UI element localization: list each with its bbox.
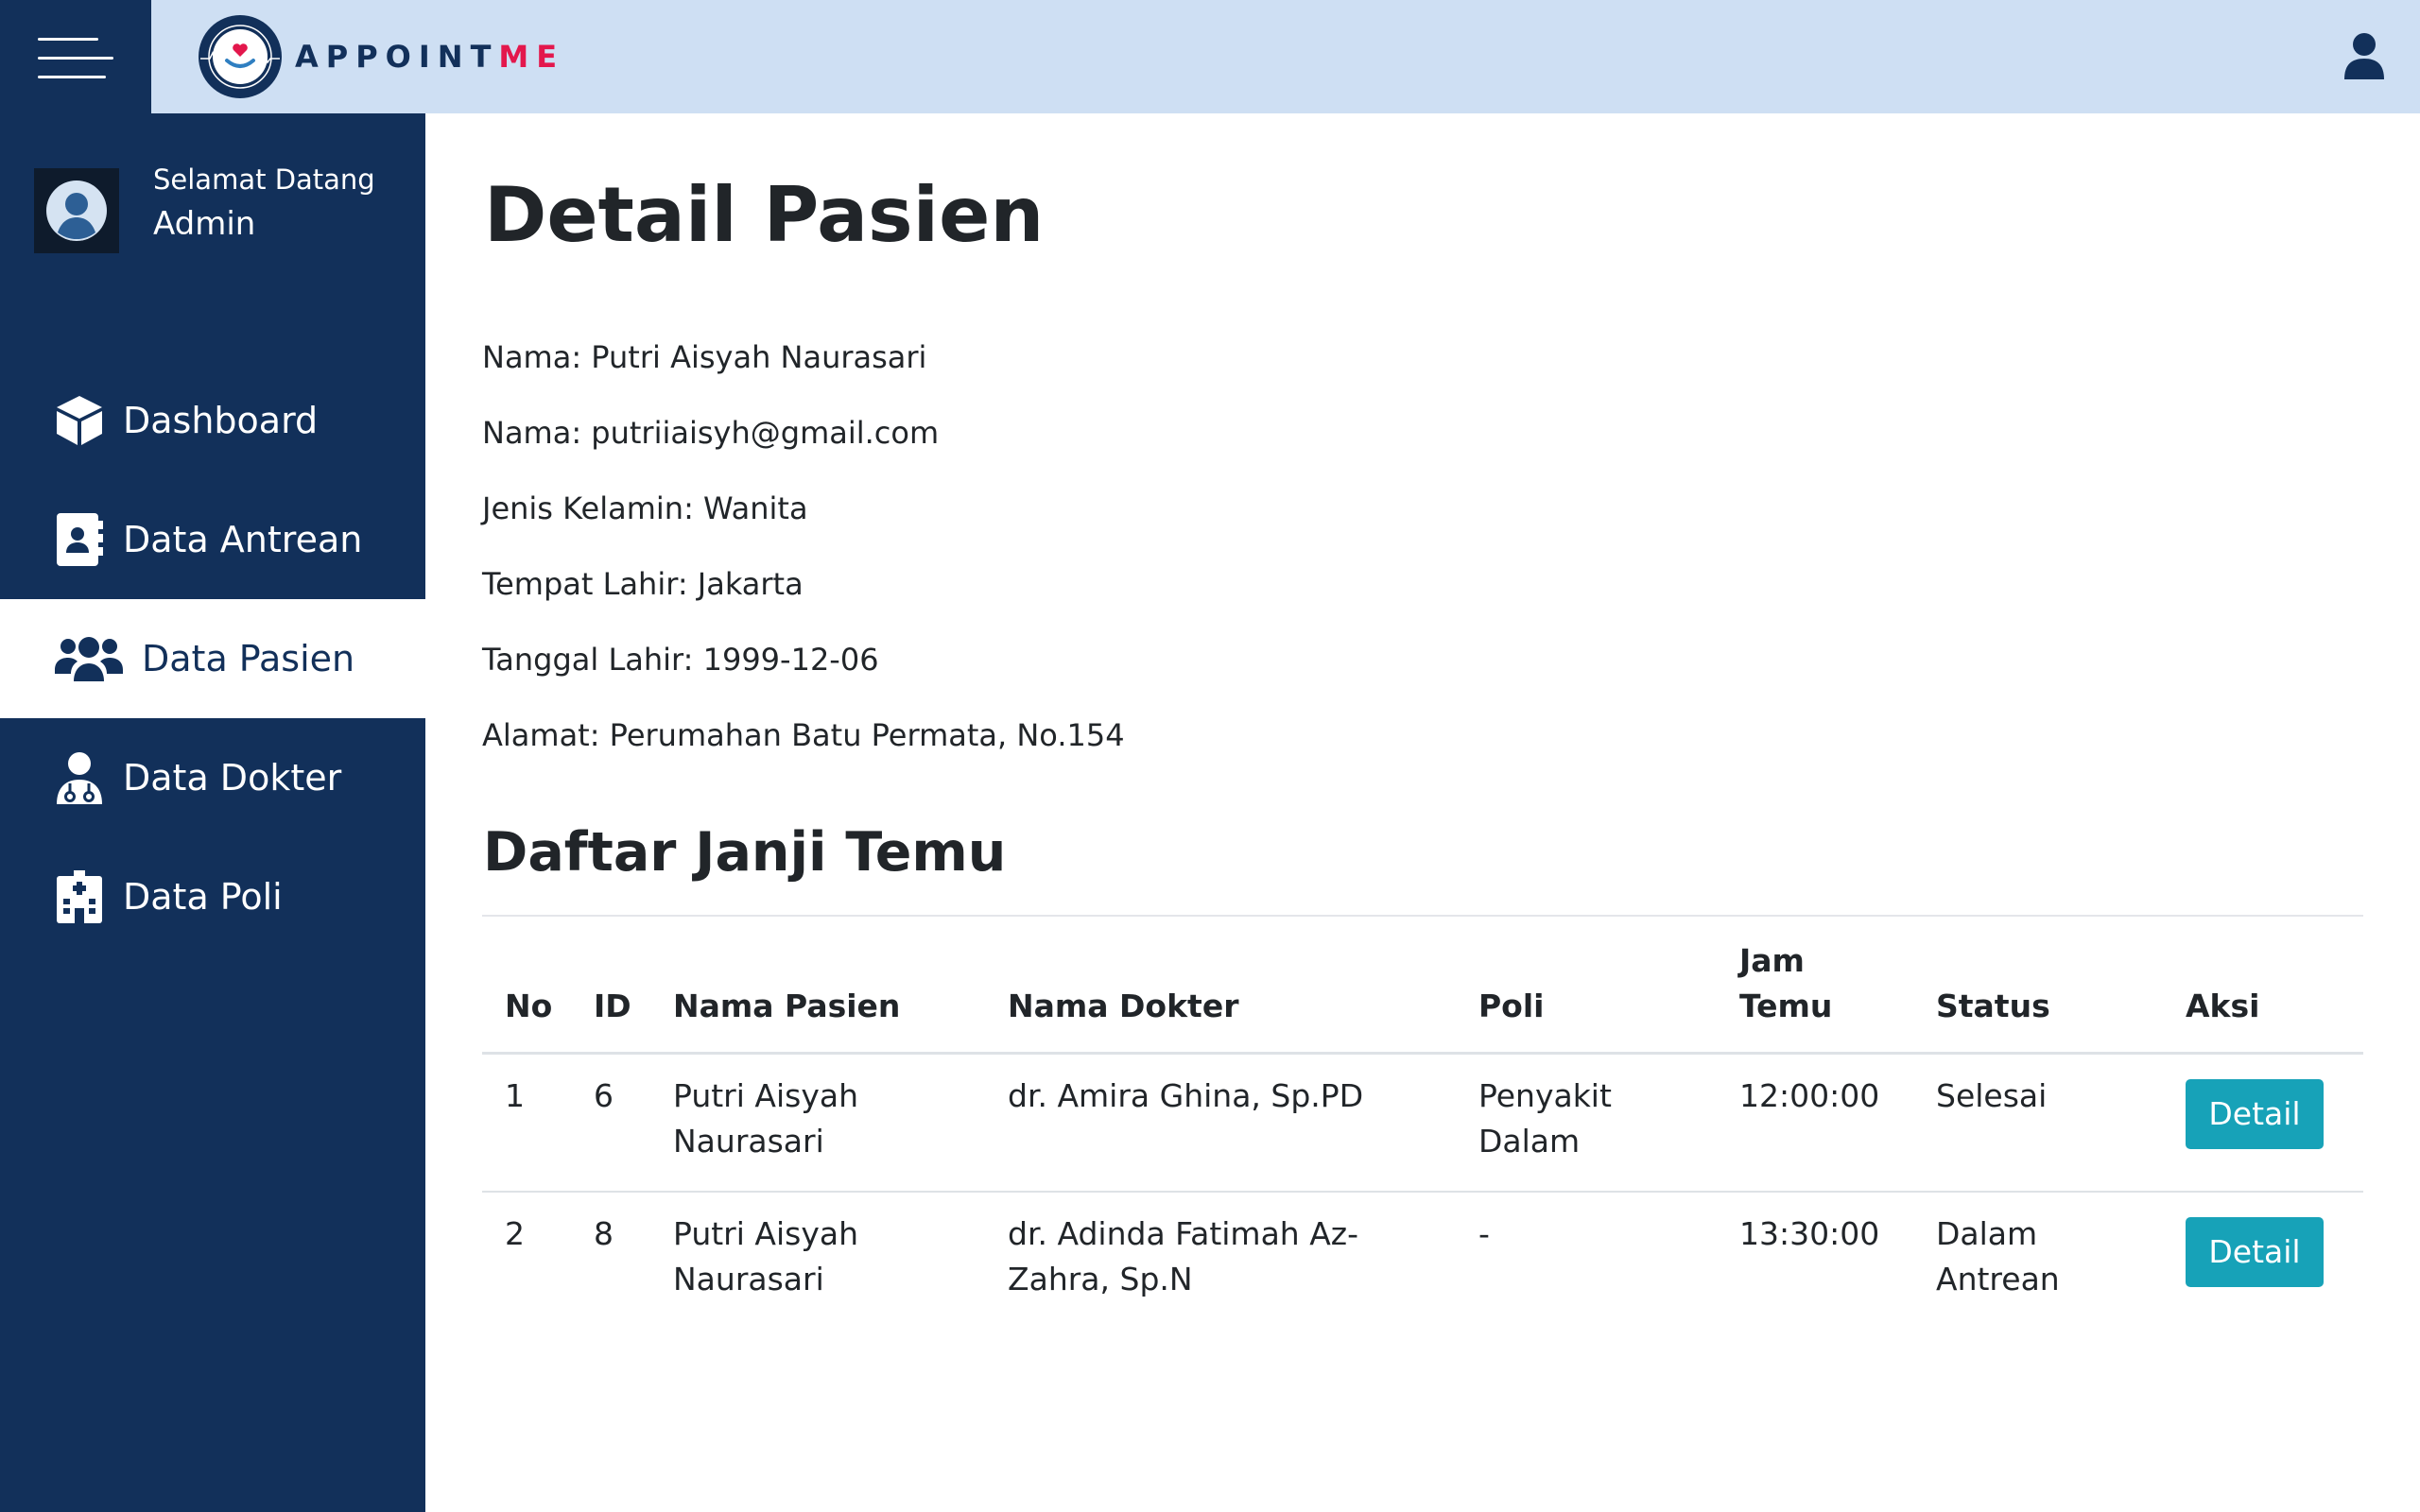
- patient-birthdate: Tanggal Lahir: 1999-12-06: [482, 642, 879, 678]
- appointments-title: Daftar Janji Temu: [483, 821, 1007, 884]
- sidebar-item-data-dokter[interactable]: Data Dokter: [0, 718, 425, 837]
- sidebar-item-data-poli[interactable]: Data Poli: [0, 837, 425, 956]
- header-id: ID: [594, 988, 631, 1024]
- sidebar-item-label: Data Antrean: [123, 519, 363, 560]
- cell-status-line1: Dalam: [1936, 1215, 2038, 1252]
- top-bar: APPOINTME: [0, 0, 2420, 113]
- header-patient-name: Nama Pasien: [673, 988, 901, 1024]
- cell-time: 13:30:00: [1739, 1215, 1880, 1252]
- table-row: 1 6 Putri Aisyah Naurasari dr. Amira Ghin…: [482, 1055, 2363, 1193]
- cube-icon: [55, 394, 104, 447]
- header-time-line2: Temu: [1739, 988, 1833, 1024]
- cell-patient-name: Putri Aisyah Naurasari: [673, 1211, 976, 1302]
- header-action: Aksi: [2186, 988, 2260, 1024]
- hospital-icon: [55, 870, 104, 923]
- welcome-user-name: Admin: [153, 205, 256, 243]
- cell-poli: Penyakit Dalam: [1478, 1074, 1658, 1164]
- detail-button[interactable]: Detail: [2186, 1079, 2324, 1149]
- cell-doctor-name: dr. Adinda Fatimah Az- Zahra, Sp.N: [1008, 1211, 1405, 1302]
- patient-address: Alamat: Perumahan Batu Permata, No.154: [482, 717, 1125, 753]
- sidebar-item-label: Data Poli: [123, 876, 283, 918]
- header-status: Status: [1936, 988, 2050, 1024]
- sidebar: Selamat Datang Admin Dashboard Data Antr…: [0, 113, 425, 1512]
- menu-toggle[interactable]: [0, 0, 151, 113]
- hamburger-icon[interactable]: [38, 38, 113, 79]
- cell-doctor-name: dr. Amira Ghina, Sp.PD: [1008, 1074, 1405, 1119]
- brand-primary: APPOINT: [295, 39, 499, 75]
- sidebar-item-label: Data Pasien: [142, 638, 355, 679]
- cell-doctor-name-line1: dr. Amira Ghina, Sp.PD: [1008, 1077, 1364, 1114]
- patient-info: Nama: Putri Aisyah Naurasari Nama: putri…: [482, 319, 1125, 773]
- sidebar-item-data-pasien[interactable]: Data Pasien: [0, 599, 425, 718]
- cell-no: 1: [505, 1077, 525, 1114]
- contact-book-icon: [55, 513, 104, 566]
- detail-button[interactable]: Detail: [2186, 1217, 2324, 1287]
- patient-email: Nama: putriiaisyh@gmail.com: [482, 415, 940, 451]
- cell-status: Selesai: [1936, 1074, 2125, 1119]
- patient-gender: Jenis Kelamin: Wanita: [482, 490, 808, 526]
- header-doctor-name: Nama Dokter: [1008, 988, 1239, 1024]
- cell-status: Dalam Antrean: [1936, 1211, 2125, 1302]
- brand-accent: ME: [498, 39, 565, 75]
- cell-poli: -: [1478, 1211, 1658, 1257]
- cell-poli-line1: Penyakit: [1478, 1077, 1612, 1114]
- appointments-table: No ID Nama Pasien Nama Dokter Poli Jam Te…: [482, 917, 2363, 1331]
- user-icon[interactable]: [2342, 32, 2386, 81]
- user-menu-button[interactable]: [2342, 32, 2386, 81]
- cell-poli-line2: Dalam: [1478, 1123, 1581, 1160]
- cell-patient-name: Putri Aisyah Naurasari: [673, 1074, 976, 1164]
- table-header: No ID Nama Pasien Nama Dokter Poli Jam Te…: [482, 917, 2363, 1055]
- cell-no: 2: [505, 1215, 525, 1252]
- sidebar-item-label: Dashboard: [123, 400, 319, 441]
- cell-id: 6: [594, 1077, 614, 1114]
- cell-patient-name-line2: Naurasari: [673, 1123, 824, 1160]
- cell-status-line1: Selesai: [1936, 1077, 2048, 1114]
- app-brand: APPOINTME: [295, 38, 564, 76]
- patient-name: Nama: Putri Aisyah Naurasari: [482, 339, 927, 375]
- welcome-greeting: Selamat Datang: [153, 163, 375, 196]
- cell-patient-name-line2: Naurasari: [673, 1261, 824, 1297]
- page-title: Detail Pasien: [484, 171, 1045, 259]
- cell-patient-name-line1: Putri Aisyah: [673, 1077, 859, 1114]
- avatar: [34, 168, 119, 253]
- header-time-line1: Jam: [1739, 942, 1805, 979]
- app-logo[interactable]: [197, 13, 284, 100]
- sidebar-item-data-antrean[interactable]: Data Antrean: [0, 480, 425, 599]
- header-time: Jam Temu: [1739, 938, 1900, 1029]
- cell-status-line2: Antrean: [1936, 1261, 2060, 1297]
- doctor-icon: [55, 751, 104, 804]
- header-poli: Poli: [1478, 988, 1545, 1024]
- sidebar-nav: Dashboard Data Antrean Data Pasien Data …: [0, 361, 425, 956]
- cell-doctor-name-line1: dr. Adinda Fatimah Az-: [1008, 1215, 1359, 1252]
- table-row: 2 8 Putri Aisyah Naurasari dr. Adinda Fat…: [482, 1193, 2363, 1331]
- header-no: No: [505, 988, 553, 1024]
- patient-birthplace: Tempat Lahir: Jakarta: [482, 566, 804, 602]
- users-icon: [55, 632, 123, 685]
- cell-doctor-name-line2: Zahra, Sp.N: [1008, 1261, 1193, 1297]
- sidebar-item-dashboard[interactable]: Dashboard: [0, 361, 425, 480]
- cell-poli-line1: -: [1478, 1215, 1490, 1252]
- cell-time: 12:00:00: [1739, 1077, 1880, 1114]
- cell-id: 8: [594, 1215, 614, 1252]
- cell-patient-name-line1: Putri Aisyah: [673, 1215, 859, 1252]
- sidebar-item-label: Data Dokter: [123, 757, 342, 799]
